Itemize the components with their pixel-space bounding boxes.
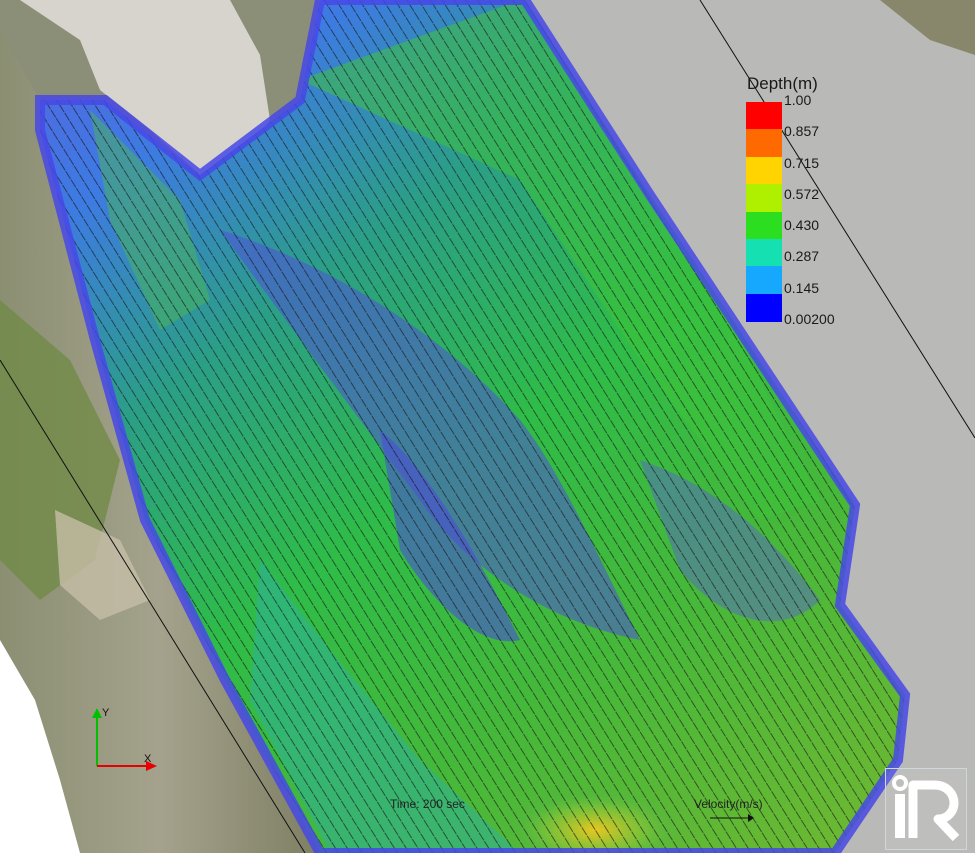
legend-label-4: 0.572 [784,186,820,202]
y-axis-arrowhead [92,708,102,718]
iric-logo-mark [892,775,960,842]
legend-label-2: 0.857 [784,123,820,139]
velocity-label: Velocity(m/s) [694,797,763,811]
legend-color-bar [746,102,782,322]
legend-label-3: 0.715 [784,155,820,171]
y-axis-label: Y [102,707,110,719]
legend-label-7: 0.145 [784,280,820,296]
legend-color-segment [746,129,782,158]
legend-label-5: 0.430 [784,217,820,233]
axes-triad[interactable]: Y X [82,700,172,780]
time-label: Time: 200 sec [390,797,465,811]
legend-color-segment [746,238,782,267]
legend-label-1: 1.00 [784,92,812,108]
iric-logo [885,768,967,850]
legend-labels: 1.00 0.857 0.715 0.572 0.430 0.287 0.145… [784,90,874,330]
legend-color-segment [746,184,782,213]
legend-color-segment [746,156,782,185]
legend-label-8: 0.00200 [784,311,835,327]
x-axis-label: X [144,753,152,765]
velocity-reference-arrow [710,814,754,822]
legend-color-segment [746,266,782,295]
legend-label-6: 0.287 [784,248,820,264]
depth-legend: Depth(m) 1.00 0.857 0.715 0.572 0.430 0.… [746,74,876,334]
legend-color-segment [746,293,782,322]
legend-color-segment [746,211,782,240]
visualization-viewport[interactable]: Depth(m) 1.00 0.857 0.715 0.572 0.430 0.… [0,0,975,853]
legend-color-segment [746,102,782,130]
